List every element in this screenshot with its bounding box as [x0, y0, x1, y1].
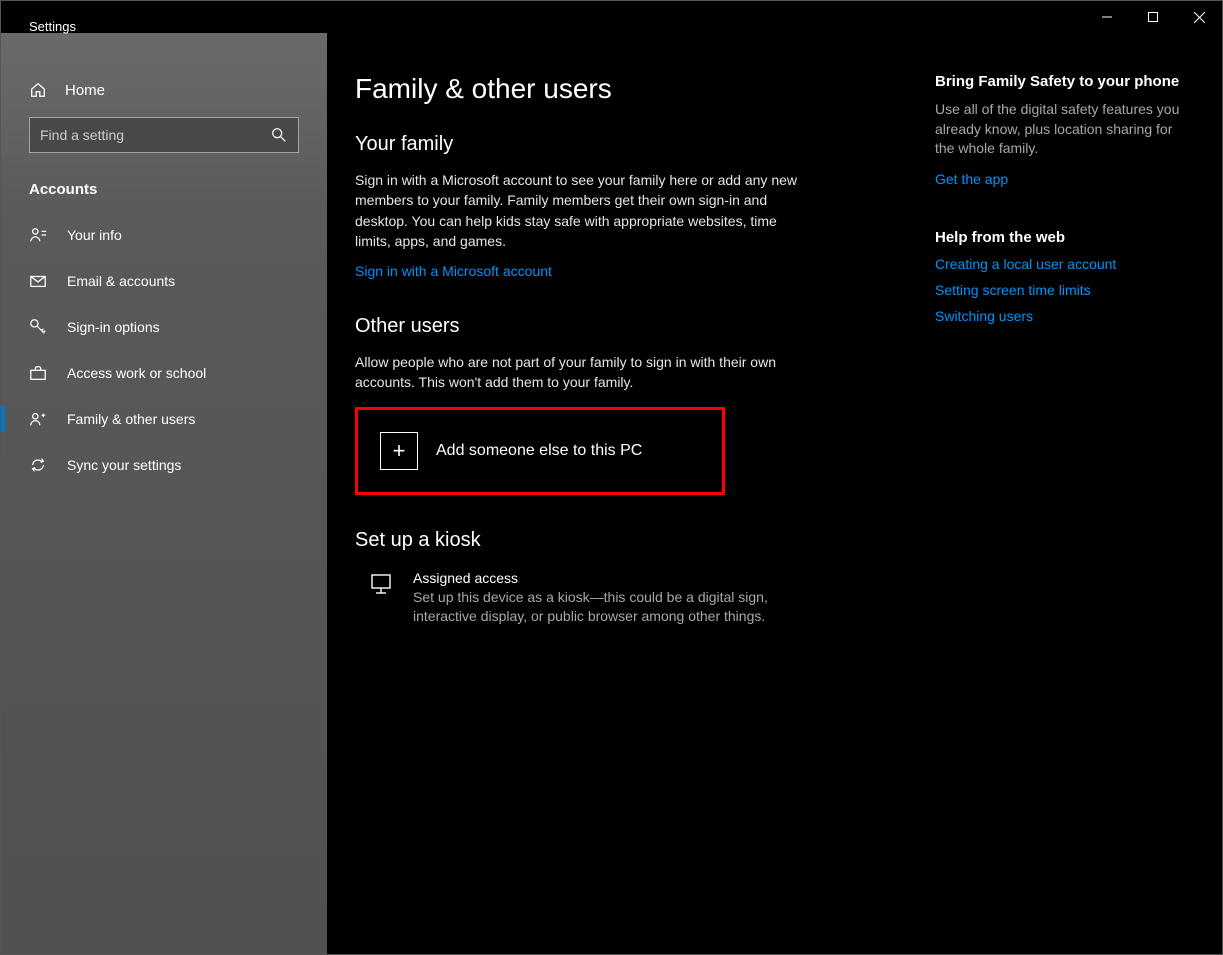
home-icon: [29, 81, 47, 99]
sidebar-item-family-users[interactable]: Family & other users: [1, 396, 327, 442]
add-someone-label: Add someone else to this PC: [436, 442, 642, 460]
other-users-heading: Other users: [355, 315, 915, 338]
help-link-screen-time[interactable]: Setting screen time limits: [935, 282, 1195, 298]
kiosk-heading: Set up a kiosk: [355, 529, 915, 552]
search-input[interactable]: [29, 117, 299, 153]
sidebar-item-your-info[interactable]: Your info: [1, 212, 327, 258]
briefcase-icon: [29, 364, 47, 382]
app-title: Settings: [29, 19, 76, 34]
sidebar-item-signin-options[interactable]: Sign-in options: [1, 304, 327, 350]
plus-icon: +: [380, 432, 418, 470]
signin-ms-account-link[interactable]: Sign in with a Microsoft account: [355, 263, 552, 279]
your-family-heading: Your family: [355, 133, 915, 156]
maximize-button[interactable]: [1130, 1, 1176, 33]
minimize-button[interactable]: [1084, 1, 1130, 33]
help-heading: Help from the web: [935, 229, 1195, 246]
help-link-switch-users[interactable]: Switching users: [935, 308, 1195, 324]
close-button[interactable]: [1176, 1, 1222, 33]
mail-icon: [29, 272, 47, 290]
home-label: Home: [65, 82, 105, 99]
home-button[interactable]: Home: [1, 69, 327, 111]
other-users-desc: Allow people who are not part of your fa…: [355, 352, 815, 393]
settings-window: Settings Home: [0, 0, 1223, 955]
sidebar-item-label: Access work or school: [67, 365, 206, 381]
help-link-create-user[interactable]: Creating a local user account: [935, 256, 1195, 272]
sidebar-item-email-accounts[interactable]: Email & accounts: [1, 258, 327, 304]
family-safety-heading: Bring Family Safety to your phone: [935, 73, 1195, 90]
sidebar-item-sync-settings[interactable]: Sync your settings: [1, 442, 327, 488]
sidebar-item-label: Sync your settings: [67, 457, 181, 473]
search-icon: [270, 126, 288, 144]
family-safety-desc: Use all of the digital safety features y…: [935, 100, 1195, 159]
sidebar: Home Accounts Your info Email & a: [1, 33, 327, 954]
sidebar-item-label: Sign-in options: [67, 319, 160, 335]
sidebar-item-label: Family & other users: [67, 411, 195, 427]
assigned-access-desc: Set up this device as a kiosk—this could…: [413, 588, 783, 627]
sidebar-item-access-work[interactable]: Access work or school: [1, 350, 327, 396]
assigned-access-title: Assigned access: [413, 570, 783, 586]
titlebar: [1, 1, 1222, 33]
assigned-access-button[interactable]: Assigned access Set up this device as a …: [355, 570, 915, 627]
sidebar-item-label: Your info: [67, 227, 122, 243]
kiosk-icon: [369, 572, 393, 596]
your-family-desc: Sign in with a Microsoft account to see …: [355, 170, 815, 251]
sidebar-item-label: Email & accounts: [67, 273, 175, 289]
family-icon: [29, 410, 47, 428]
section-heading: Accounts: [1, 163, 327, 212]
person-icon: [29, 226, 47, 244]
search-field[interactable]: [40, 127, 270, 143]
key-icon: [29, 318, 47, 336]
page-title: Family & other users: [355, 73, 915, 105]
aside-panel: Bring Family Safety to your phone Use al…: [935, 73, 1195, 934]
add-someone-button[interactable]: + Add someone else to this PC: [355, 407, 725, 495]
main-content: Family & other users Your family Sign in…: [327, 33, 1222, 954]
sync-icon: [29, 456, 47, 474]
get-the-app-link[interactable]: Get the app: [935, 171, 1008, 187]
